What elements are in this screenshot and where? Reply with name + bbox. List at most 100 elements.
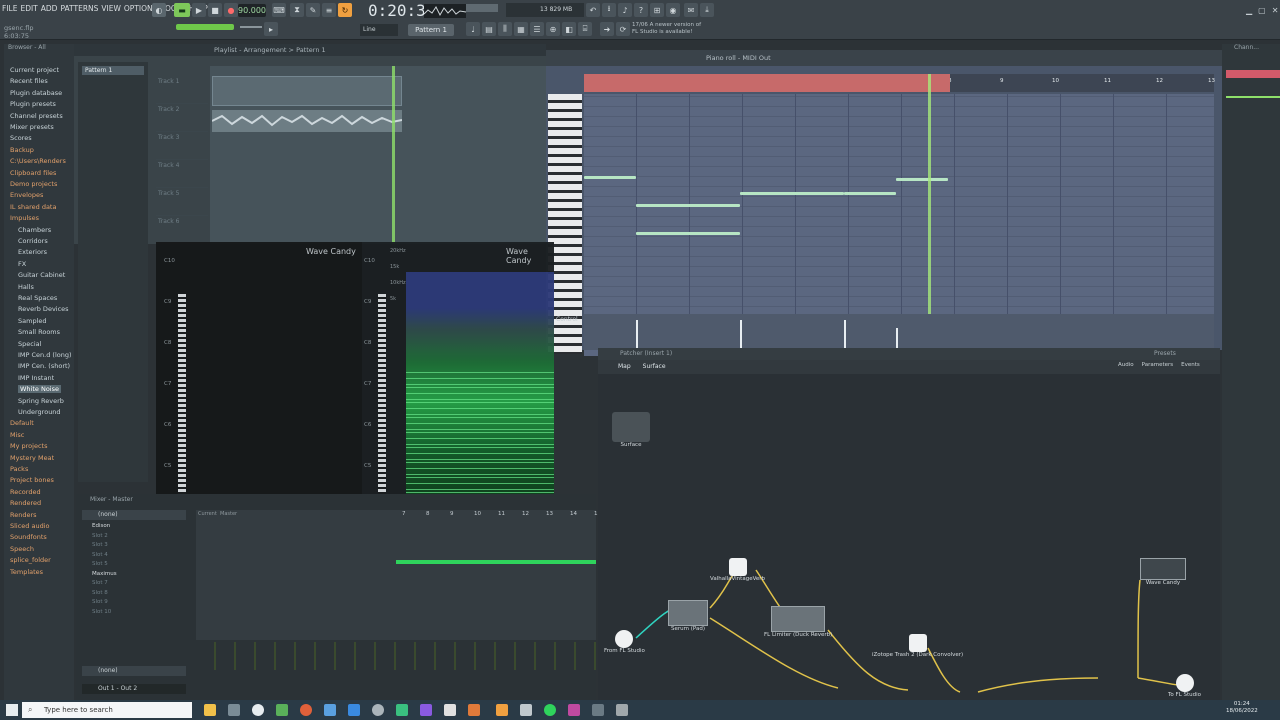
track-header[interactable]: Track 5 (156, 188, 208, 216)
note[interactable] (636, 204, 740, 207)
browser-item[interactable]: Spring Reverb (18, 397, 64, 405)
effect-slot[interactable]: Edison (84, 522, 188, 532)
piano-roll-icon[interactable]: ♩ (466, 22, 480, 36)
blend-icon[interactable]: ≡ (322, 3, 336, 17)
browser-item[interactable]: splice_folder (10, 556, 51, 564)
browser-item[interactable]: Packs (10, 465, 28, 473)
insert-number[interactable]: 13 (546, 511, 553, 517)
pat-song-toggle[interactable]: ▬ (174, 3, 190, 17)
browser-item[interactable]: Chambers (18, 226, 51, 234)
tuner-icon[interactable]: ◉ (666, 3, 680, 17)
browser-item[interactable]: Real Spaces (18, 294, 57, 302)
effect-slot[interactable]: Slot 5 (84, 560, 188, 570)
plugin-icon[interactable]: ⊞ (650, 3, 664, 17)
browser-item[interactable]: Backup (10, 146, 34, 154)
loop-record-icon[interactable]: ↻ (338, 3, 352, 17)
browser-item[interactable]: Reverb Devices (18, 305, 69, 313)
cloud-download-icon[interactable]: ⤓ (700, 3, 714, 17)
node-valhalla[interactable]: ValhallaVintageVerb (710, 558, 765, 582)
channel-rack-icon[interactable]: ▤ (482, 22, 496, 36)
insert-number[interactable]: 8 (426, 511, 430, 517)
browser-item[interactable]: My projects (10, 442, 47, 450)
insert-number[interactable]: 9 (450, 511, 454, 517)
browser-item[interactable]: Scores (10, 134, 32, 142)
output-selector[interactable]: Out 1 - Out 2 (82, 684, 186, 694)
taskbar-search[interactable]: Type here to search (22, 702, 192, 718)
browser-item[interactable]: Default (10, 419, 34, 427)
node-serum[interactable]: Serum (Pad) (668, 600, 708, 632)
app-icon[interactable] (324, 704, 336, 716)
insert-number[interactable]: 12 (522, 511, 529, 517)
node-trash[interactable]: iZotope Trash 2 (Dark Convolver) (872, 634, 963, 658)
play-button[interactable]: ▶ (192, 3, 206, 17)
channel-strip[interactable] (1226, 70, 1280, 78)
effect-slot[interactable]: Slot 4 (84, 551, 188, 561)
snap-selector[interactable]: Line (360, 24, 398, 36)
touch-keyboard-icon[interactable]: ⌸ (578, 22, 592, 36)
main-pitch-slider[interactable] (176, 24, 234, 30)
track-header[interactable]: Track 4 (156, 160, 208, 188)
countdown-icon[interactable]: ⧗ (290, 3, 304, 17)
menu-item[interactable]: VIEW (101, 4, 121, 16)
chat-icon[interactable]: ✉ (684, 3, 698, 17)
insert-number[interactable]: 14 (570, 511, 577, 517)
app-icon[interactable] (520, 704, 532, 716)
browser-item[interactable]: Small Rooms (18, 328, 60, 336)
undo-icon[interactable]: ↶ (586, 3, 600, 17)
browser-item[interactable]: Mixer presets (10, 123, 54, 131)
menu-item[interactable]: FILE (2, 4, 17, 16)
browser-item[interactable]: Templates (10, 568, 43, 576)
spotify-icon[interactable] (544, 704, 556, 716)
track-header[interactable]: Track 6 (156, 216, 208, 244)
menu-item[interactable]: PATTERNS (60, 4, 98, 16)
note[interactable] (740, 192, 844, 195)
browser-item[interactable]: Clipboard files (10, 169, 56, 177)
node-to-fl[interactable]: To FL Studio (1168, 674, 1201, 698)
metronome-icon[interactable]: ◐ (152, 3, 166, 17)
browser-item[interactable]: White Noise (18, 385, 61, 394)
browser-item[interactable]: Speech (10, 545, 34, 553)
typing-keyboard-icon[interactable]: ⌨ (272, 3, 286, 17)
app-icon[interactable] (372, 704, 384, 716)
firefox-icon[interactable] (300, 704, 312, 716)
menu-item[interactable]: EDIT (20, 4, 37, 16)
download-icon[interactable]: ⭳ (602, 3, 616, 17)
browser-item[interactable]: Exteriors (18, 248, 47, 256)
window-controls[interactable]: ▁▢✕ (1246, 6, 1280, 15)
browser-item[interactable]: Special (18, 340, 41, 348)
tempo-display[interactable]: 90.000 (238, 4, 266, 17)
browser-item[interactable]: Envelopes (10, 191, 43, 199)
note[interactable] (896, 178, 948, 181)
browser-item[interactable]: Misc (10, 431, 24, 439)
app-icon[interactable] (592, 704, 604, 716)
velocity-bar[interactable] (636, 320, 638, 350)
track-header[interactable]: Track 1 (156, 76, 208, 104)
playlist-icon[interactable]: ▦ (514, 22, 528, 36)
help-icon[interactable]: ? (634, 3, 648, 17)
track-header[interactable]: Track 2 (156, 104, 208, 132)
browser-item[interactable]: IL shared data (10, 203, 56, 211)
update-notice[interactable]: 17/06 A newer version of FL Studio is av… (632, 22, 701, 36)
mixer-preset-bottom[interactable]: (none) (82, 666, 186, 676)
browser-item[interactable]: Renders (10, 511, 37, 519)
browser-item[interactable]: FX (18, 260, 26, 268)
browser-item[interactable]: Plugin database (10, 89, 62, 97)
browser-item[interactable]: C:\Users\Renders (10, 157, 66, 165)
app-icon[interactable] (444, 704, 456, 716)
browser-item[interactable]: Sampled (18, 317, 47, 325)
node-limiter[interactable]: FL Limiter (Duck Reverb) (764, 606, 832, 638)
browser-item[interactable]: IMP Cen. (short) (18, 362, 70, 370)
mixer-strip-label[interactable]: Current (198, 511, 217, 517)
insert-number[interactable]: 10 (474, 511, 481, 517)
effect-slot[interactable]: Slot 8 (84, 589, 188, 599)
stop-button[interactable]: ■ (208, 3, 222, 17)
browser-item[interactable]: IMP Instant (18, 374, 54, 382)
note[interactable] (584, 176, 636, 179)
app-icon[interactable] (420, 704, 432, 716)
browser-item[interactable]: Corridors (18, 237, 48, 245)
app-icon[interactable] (468, 704, 480, 716)
node-wave-candy[interactable]: Wave Candy (1140, 558, 1186, 586)
step-edit-icon[interactable]: ✎ (306, 3, 320, 17)
velocity-bar[interactable] (896, 328, 898, 350)
app-icon[interactable] (616, 704, 628, 716)
